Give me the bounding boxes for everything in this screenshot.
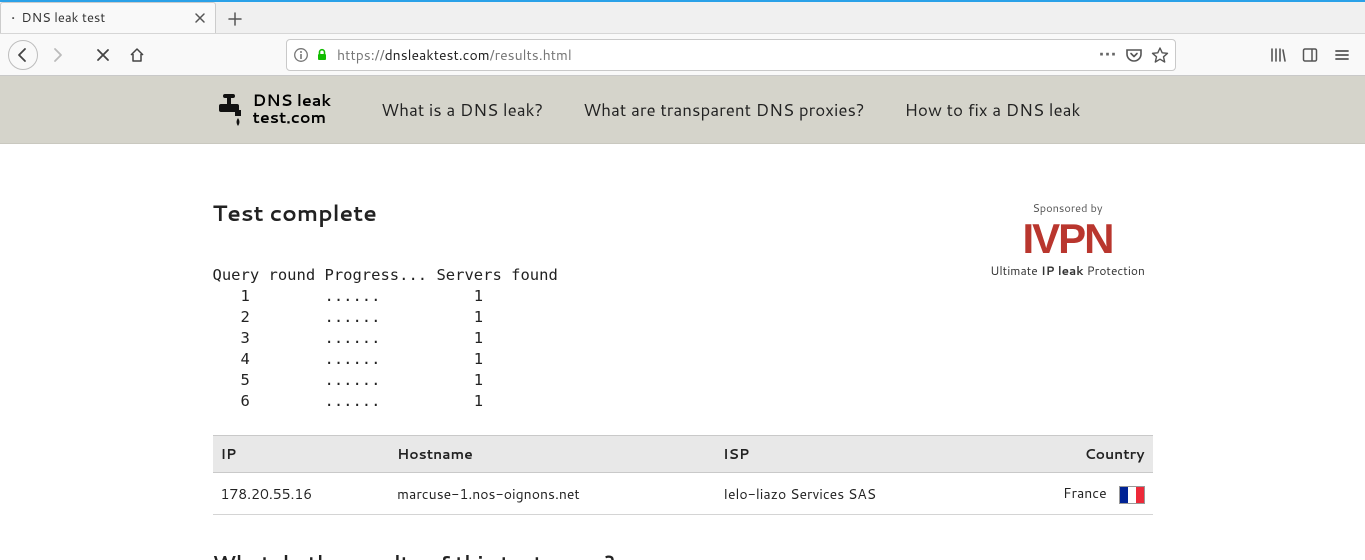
site-info-icon[interactable] [293, 47, 309, 63]
col-hostname: Hostname [389, 436, 715, 473]
progress-log: Query round Progress... Servers found 1 … [213, 265, 1153, 411]
col-isp: ISP [715, 436, 992, 473]
browser-toolbar: https://dnsleaktest.com/results.html ••• [0, 33, 1365, 76]
nav-how-to-fix[interactable]: How to fix a DNS leak [905, 98, 1081, 122]
browser-tab[interactable]: • DNS leak test [0, 2, 216, 33]
results-table: IP Hostname ISP Country 178.20.55.16 mar… [213, 435, 1153, 515]
page-actions-icon[interactable]: ••• [1099, 47, 1117, 63]
cell-isp: Ielo-liazo Services SAS [715, 473, 992, 515]
hamburger-menu-icon[interactable] [1327, 40, 1357, 70]
home-button[interactable] [122, 40, 152, 70]
bookmark-star-icon[interactable] [1151, 46, 1169, 64]
new-tab-button[interactable] [220, 5, 250, 33]
nav-transparent-proxies[interactable]: What are transparent DNS proxies? [583, 98, 864, 122]
pocket-icon[interactable] [1125, 46, 1143, 64]
flag-icon [1119, 486, 1145, 504]
tab-strip: • DNS leak test [0, 0, 1365, 33]
cell-hostname: marcuse-1.nos-oignons.net [389, 473, 715, 515]
sponsor-box[interactable]: Sponsored by IVPN Ultimate IP leak Prote… [983, 200, 1153, 279]
back-button[interactable] [8, 40, 38, 70]
url-host: dnsleaktest.com [385, 45, 490, 65]
tab-loading-dot: • [11, 8, 15, 28]
sponsor-brand: IVPN [983, 218, 1153, 260]
library-icon[interactable] [1263, 40, 1293, 70]
url-bar[interactable]: https://dnsleaktest.com/results.html ••• [286, 39, 1176, 71]
url-text: https://dnsleaktest.com/results.html [337, 45, 1099, 65]
forward-button[interactable] [42, 40, 72, 70]
logo-text: DNS leak test.com [253, 93, 332, 127]
page-viewport: DNS leak test.com What is a DNS leak? Wh… [0, 76, 1365, 560]
url-prefix: https:// [337, 45, 385, 65]
sponsor-by-label: Sponsored by [983, 200, 1153, 216]
lock-icon[interactable] [315, 48, 329, 62]
sponsor-tagline: Ultimate IP leak Protection [983, 262, 1153, 279]
nav-what-is[interactable]: What is a DNS leak? [381, 98, 543, 122]
url-path: /results.html [490, 45, 572, 65]
col-ip: IP [213, 436, 390, 473]
site-logo[interactable]: DNS leak test.com [213, 92, 332, 128]
stop-button[interactable] [88, 40, 118, 70]
page-content: Test complete Query round Progress... Se… [213, 144, 1153, 560]
tab-title: DNS leak test [21, 9, 191, 27]
table-row: 178.20.55.16 marcuse-1.nos-oignons.net I… [213, 473, 1153, 515]
cell-ip: 178.20.55.16 [213, 473, 390, 515]
sidebar-icon[interactable] [1295, 40, 1325, 70]
results-meaning-heading: What do the results of this test mean? [213, 549, 1153, 560]
col-country: Country [992, 436, 1152, 473]
tab-close-icon[interactable] [191, 9, 209, 27]
site-header: DNS leak test.com What is a DNS leak? Wh… [0, 76, 1365, 144]
faucet-icon [213, 92, 245, 128]
cell-country: France [992, 473, 1152, 515]
